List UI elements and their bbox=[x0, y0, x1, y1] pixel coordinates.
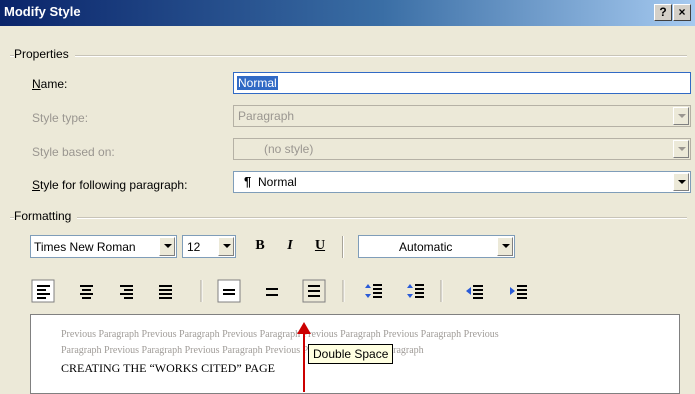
font-size-dropdown-icon[interactable] bbox=[218, 237, 234, 256]
double-space-tooltip: Double Space bbox=[308, 344, 394, 364]
name-label: Name: bbox=[32, 77, 68, 91]
increase-indent-icon[interactable] bbox=[510, 285, 527, 299]
style-type-dropdown-icon[interactable] bbox=[673, 107, 689, 125]
font-name-dropdown-icon[interactable] bbox=[159, 237, 175, 256]
space-after-icon[interactable] bbox=[407, 284, 424, 298]
font-color-value: Automatic bbox=[399, 240, 453, 254]
align-right-icon[interactable] bbox=[120, 285, 133, 299]
following-paragraph-label: Style for following paragraph: bbox=[32, 178, 188, 192]
one-half-space-icon[interactable] bbox=[266, 288, 278, 296]
name-input[interactable]: Normal bbox=[233, 72, 691, 94]
following-paragraph-select[interactable]: ¶ Normal bbox=[233, 171, 691, 193]
font-color-select[interactable]: Automatic bbox=[358, 235, 515, 258]
close-button[interactable]: × bbox=[673, 4, 691, 21]
style-type-select[interactable]: Paragraph bbox=[233, 105, 691, 127]
style-based-on-dropdown-icon[interactable] bbox=[673, 140, 689, 158]
annotation-arrow-shaft bbox=[303, 332, 305, 392]
align-left-button[interactable] bbox=[31, 279, 55, 303]
properties-group-line bbox=[10, 55, 687, 57]
justify-icon[interactable] bbox=[159, 285, 172, 299]
formatting-group-label: Formatting bbox=[14, 209, 78, 223]
window-title: Modify Style bbox=[4, 4, 81, 19]
single-space-button[interactable] bbox=[217, 279, 241, 303]
font-name-value: Times New Roman bbox=[34, 240, 136, 254]
paragraph-mark-icon: ¶ bbox=[244, 174, 252, 189]
space-before-icon[interactable] bbox=[365, 284, 382, 298]
name-input-value: Normal bbox=[237, 76, 278, 90]
italic-button[interactable]: I bbox=[280, 238, 300, 258]
align-center-icon[interactable] bbox=[80, 285, 93, 299]
annotation-arrow-icon bbox=[297, 322, 311, 334]
font-color-dropdown-icon[interactable] bbox=[497, 237, 513, 256]
style-based-on-select[interactable]: (no style) bbox=[233, 138, 691, 160]
bold-button[interactable]: B bbox=[250, 238, 270, 258]
help-button[interactable]: ? bbox=[654, 4, 672, 21]
double-space-icon bbox=[308, 285, 320, 297]
preview-previous-line-1: Previous Paragraph Previous Paragraph Pr… bbox=[61, 329, 499, 340]
style-based-on-label: Style based on: bbox=[32, 145, 115, 159]
style-based-on-value: (no style) bbox=[264, 142, 314, 156]
decrease-indent-icon[interactable] bbox=[466, 285, 483, 299]
double-space-button[interactable] bbox=[302, 279, 326, 303]
paragraph-toolbar bbox=[31, 279, 527, 303]
following-paragraph-value: Normal bbox=[258, 175, 297, 189]
font-size-select[interactable]: 12 bbox=[182, 235, 236, 258]
font-name-select[interactable]: Times New Roman bbox=[30, 235, 177, 258]
font-size-value: 12 bbox=[187, 240, 201, 254]
style-type-label: Style type: bbox=[32, 111, 89, 125]
properties-group-label: Properties bbox=[14, 47, 75, 61]
style-type-value: Paragraph bbox=[238, 109, 295, 123]
following-paragraph-dropdown-icon[interactable] bbox=[673, 173, 689, 191]
formatting-group-line bbox=[10, 217, 687, 219]
underline-button[interactable]: U bbox=[310, 238, 330, 258]
toolbar-separator bbox=[342, 236, 344, 258]
title-bar: Modify Style ? × bbox=[0, 0, 695, 26]
preview-sample-text: CREATING THE “WORKS CITED” PAGE bbox=[61, 361, 275, 375]
